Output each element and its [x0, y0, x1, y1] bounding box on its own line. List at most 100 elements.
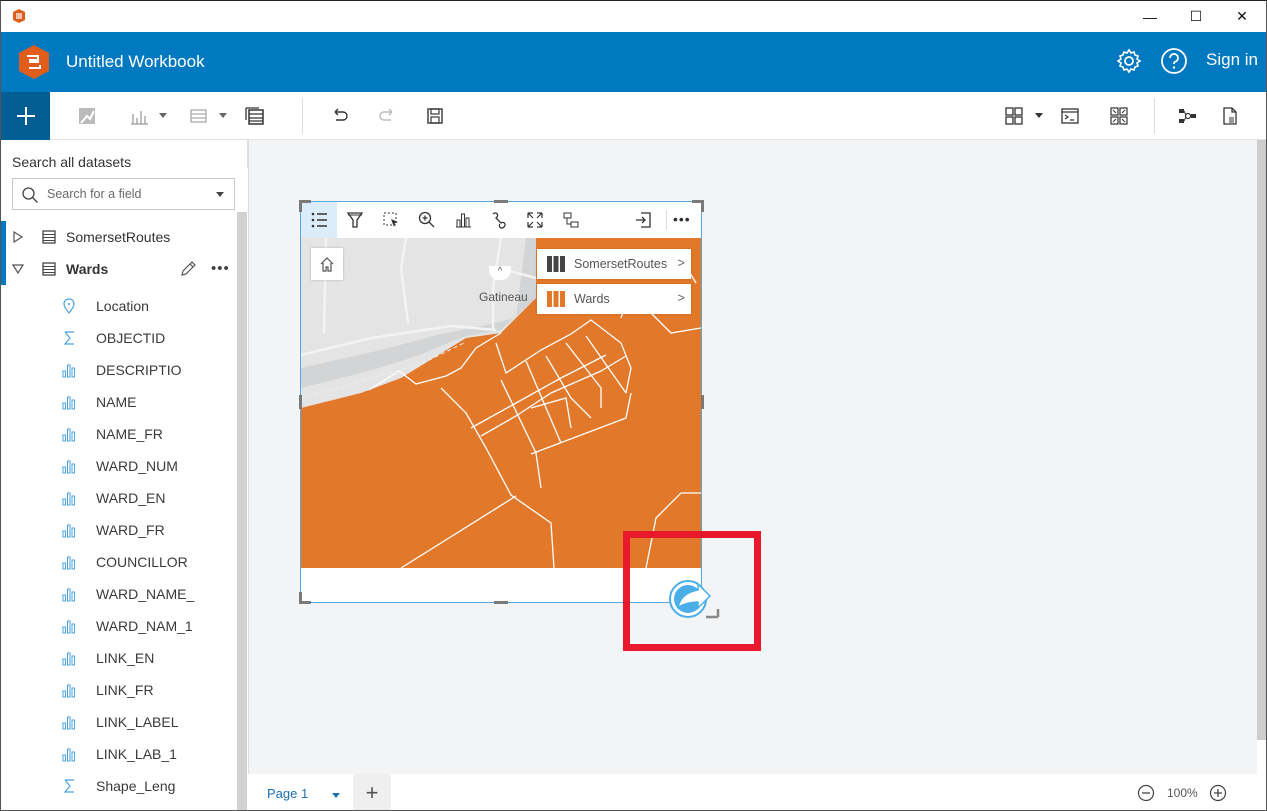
gear-icon[interactable]	[1115, 47, 1143, 75]
zoom-in-icon[interactable]	[1209, 784, 1227, 802]
dataset-somersetroutes[interactable]: SomersetRoutes	[1, 221, 237, 253]
layout-dropdown-caret[interactable]	[1035, 113, 1043, 118]
chart-icon[interactable]	[128, 105, 150, 127]
redo-icon[interactable]	[376, 105, 398, 127]
chart-icon[interactable]	[453, 210, 473, 230]
field-name: LINK_LAB_1	[96, 746, 177, 762]
resize-handle-left[interactable]	[299, 395, 302, 409]
page-tab[interactable]: Page 1	[267, 786, 308, 801]
app-logo-icon	[19, 45, 49, 79]
dataset-name: SomersetRoutes	[66, 229, 171, 245]
card-toolbar: •••	[301, 202, 701, 238]
zoom-out-icon[interactable]	[1137, 784, 1155, 802]
string-field-icon	[62, 652, 75, 666]
sidebar-scrollbar[interactable]	[237, 212, 247, 810]
field-name: LINK_EN	[96, 650, 155, 666]
expand-triangle-icon[interactable]	[12, 231, 24, 243]
field-item[interactable]: LINK_LAB_1	[1, 738, 237, 770]
fullscreen-icon[interactable]	[525, 210, 545, 230]
legend-item-somersetroutes[interactable]: SomersetRoutes >	[537, 249, 691, 279]
field-item[interactable]: NAME_FR	[1, 418, 237, 450]
field-name: WARD_NAM_1	[96, 618, 193, 634]
map-view[interactable]: Gatineau ^ SomersetRoutes > Wards >	[301, 238, 701, 568]
sign-in-link[interactable]: Sign in	[1206, 50, 1258, 70]
field-name: DESCRIPTIO	[96, 362, 182, 378]
add-page-button[interactable]: +	[353, 774, 391, 810]
more-options-icon[interactable]: •••	[211, 260, 230, 277]
undo-icon[interactable]	[329, 105, 351, 127]
more-icon[interactable]: •••	[673, 211, 691, 227]
pencil-icon[interactable]	[179, 260, 197, 278]
filter-icon[interactable]	[345, 210, 365, 230]
field-item[interactable]: WARD_EN	[1, 482, 237, 514]
minimize-button[interactable]: —	[1127, 1, 1173, 32]
save-icon[interactable]	[424, 105, 446, 127]
field-item[interactable]: OBJECTID	[1, 322, 237, 354]
map-icon[interactable]	[76, 105, 98, 127]
data-table-icon[interactable]	[244, 105, 266, 127]
chevron-right-icon: >	[677, 290, 685, 305]
flip-card-icon[interactable]	[561, 210, 581, 230]
page-bar: Page 1 + 100%	[248, 774, 1266, 810]
select-icon[interactable]	[381, 210, 401, 230]
field-name: Location	[96, 298, 149, 314]
console-icon[interactable]	[1059, 105, 1081, 127]
field-item[interactable]: LINK_FR	[1, 674, 237, 706]
resize-handle-bl[interactable]	[299, 592, 302, 604]
page-dropdown-caret[interactable]	[332, 793, 340, 798]
zoom-icon[interactable]	[417, 210, 437, 230]
field-item[interactable]: Location	[1, 290, 237, 322]
search-input[interactable]	[47, 184, 207, 204]
legend-button[interactable]	[301, 202, 337, 238]
table-dropdown-caret[interactable]	[219, 113, 227, 118]
chevron-right-icon: >	[677, 255, 685, 270]
legend-item-wards[interactable]: Wards >	[537, 284, 691, 314]
string-field-icon	[62, 588, 75, 602]
workbook-title[interactable]: Untitled Workbook	[66, 52, 205, 72]
page-icon[interactable]	[1219, 105, 1241, 127]
field-item[interactable]: WARD_NUM	[1, 450, 237, 482]
collapse-triangle-icon[interactable]	[12, 263, 24, 275]
resize-handle-right[interactable]	[701, 395, 704, 409]
string-field-icon	[62, 556, 75, 570]
field-name: Shape_Leng	[96, 778, 176, 794]
home-button[interactable]	[311, 248, 343, 280]
model-icon[interactable]	[1176, 105, 1198, 127]
export-icon[interactable]	[633, 210, 653, 230]
field-item[interactable]: WARD_FR	[1, 514, 237, 546]
help-icon[interactable]	[1160, 47, 1188, 75]
maximize-button[interactable]: ☐	[1173, 1, 1219, 32]
field-item[interactable]: WARD_NAME_	[1, 578, 237, 610]
canvas-scrollbar[interactable]	[1257, 140, 1266, 740]
field-item[interactable]: Shape_Leng	[1, 770, 237, 802]
highlight-box	[623, 531, 761, 651]
legend-label: SomersetRoutes	[574, 257, 668, 271]
main-toolbar	[1, 92, 1266, 140]
table-icon[interactable]	[188, 105, 210, 127]
add-button[interactable]	[1, 92, 50, 140]
dataset-wards[interactable]: Wards •••	[1, 253, 237, 285]
string-field-icon	[62, 620, 75, 634]
field-item[interactable]: LINK_LABEL	[1, 706, 237, 738]
app-header: Untitled Workbook Sign in	[1, 32, 1266, 92]
resize-handle-top[interactable]	[494, 200, 508, 203]
layout-icon[interactable]	[1003, 105, 1025, 127]
field-search[interactable]	[12, 178, 235, 210]
sigma-icon	[63, 331, 74, 345]
link-icon[interactable]	[489, 210, 509, 230]
qr-icon[interactable]	[1108, 105, 1130, 127]
close-button[interactable]: ✕	[1219, 1, 1265, 32]
field-item[interactable]: COUNCILLOR	[1, 546, 237, 578]
field-item[interactable]: WARD_NAM_1	[1, 610, 237, 642]
field-item[interactable]: DESCRIPTIO	[1, 354, 237, 386]
resize-handle-tl[interactable]	[299, 200, 302, 212]
search-icon	[22, 187, 38, 203]
resize-handle-bottom[interactable]	[494, 601, 508, 604]
field-item[interactable]: NAME	[1, 386, 237, 418]
search-dropdown-caret[interactable]	[216, 192, 224, 197]
resize-handle-tr[interactable]	[701, 200, 704, 212]
string-field-icon	[62, 460, 75, 474]
chart-dropdown-caret[interactable]	[159, 113, 167, 118]
field-item[interactable]: LINK_EN	[1, 642, 237, 674]
field-name: LINK_LABEL	[96, 714, 179, 730]
